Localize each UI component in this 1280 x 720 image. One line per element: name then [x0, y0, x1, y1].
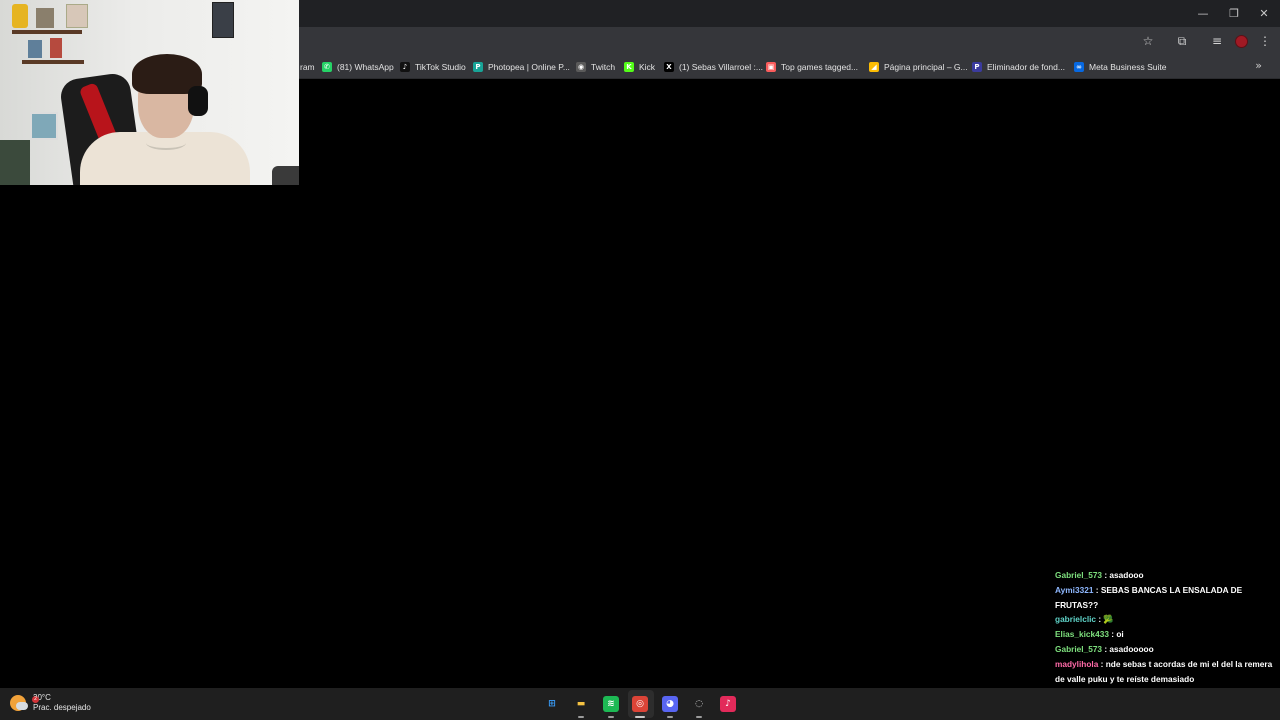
weather-badge: 2 — [32, 696, 39, 703]
bookmark-favicon-icon: ♪ — [400, 62, 410, 72]
bookmark-label: Twitch — [591, 62, 616, 72]
running-app-indicator — [635, 716, 645, 718]
chat-username: Gabriel_573 — [1055, 570, 1105, 580]
figure-item — [28, 40, 42, 58]
weather-widget[interactable]: 2 30°C Prac. despejado — [10, 693, 91, 713]
chat-message: gabrielclic : 🥦 — [1055, 612, 1279, 627]
bookmark-item[interactable]: ▣ Top games tagged... — [766, 59, 858, 75]
bookmark-item[interactable]: ◉ Twitch — [576, 59, 615, 75]
chat-text: : oi — [1111, 629, 1124, 640]
close-icon[interactable]: ✕ — [1248, 0, 1280, 27]
minimize-icon[interactable]: — — [1187, 0, 1219, 27]
bookmark-favicon-icon: ▣ — [766, 62, 776, 72]
chat-username: Elias_kick433 — [1055, 629, 1112, 640]
bookmark-item[interactable]: ✆ (81) WhatsApp — [322, 59, 394, 75]
bookmark-item[interactable]: ram — [300, 59, 315, 75]
running-app-indicator — [578, 716, 584, 718]
figure-item — [12, 4, 28, 28]
bookmark-label: Kick — [639, 62, 656, 72]
weather-description: Prac. despejado — [33, 703, 91, 712]
bookmark-item[interactable]: P Eliminador de fond... — [972, 59, 1065, 75]
bookmark-item[interactable]: ◢ Página principal – G... — [869, 59, 968, 75]
running-app-indicator — [608, 716, 614, 718]
bookmark-item[interactable]: K Kick — [624, 59, 655, 75]
bookmark-label: Photopea | Online P... — [488, 62, 570, 72]
bookmark-item[interactable]: ∞ Meta Business Suite — [1074, 59, 1166, 75]
figure-item — [50, 38, 62, 58]
chat-username: Gabriel_573 — [1055, 643, 1105, 654]
bookmarks-more-icon[interactable]: » — [1255, 59, 1262, 72]
photo-frame — [30, 112, 58, 140]
bookmark-favicon-icon: X — [664, 62, 674, 72]
running-app-indicator — [696, 716, 702, 718]
discord-icon[interactable]: ◕ — [662, 696, 678, 712]
chat-username: Aymi3321 — [1055, 584, 1096, 595]
weather-sun-icon — [10, 695, 28, 711]
windows-start-icon[interactable]: ⊞ — [544, 696, 560, 712]
frame-item — [66, 4, 88, 28]
shelf — [12, 30, 82, 34]
extensions-icon[interactable]: ⧉ — [1173, 32, 1191, 50]
bookmark-label: Eliminador de fond... — [987, 62, 1065, 72]
bookmark-favicon-icon: ∞ — [1074, 62, 1084, 72]
chat-message: Gabriel_573 : asadooooo — [1055, 642, 1279, 657]
bookmark-item[interactable]: ♪ TikTok Studio — [400, 59, 466, 75]
bookmark-favicon-icon: P — [473, 62, 483, 72]
microphone — [272, 166, 299, 185]
chat-message: Elias_kick433 : oi — [1055, 627, 1279, 642]
bookmark-favicon-icon: K — [624, 62, 634, 72]
weather-temperature: 30°C — [33, 693, 51, 702]
chat-text: : asadooooo — [1104, 643, 1154, 654]
running-app-indicator — [667, 716, 673, 718]
wall-poster — [212, 2, 234, 38]
bookmark-favicon-icon: ◢ — [869, 62, 879, 72]
restore-icon[interactable]: ❐ — [1218, 0, 1250, 27]
chat-text: : asadooo — [1104, 570, 1144, 580]
obs-icon[interactable]: ◌ — [691, 696, 707, 712]
file-explorer-icon[interactable]: ▬ — [573, 696, 589, 712]
media-control-icon[interactable]: ≡ — [1208, 32, 1226, 50]
bookmark-favicon-icon: ✆ — [322, 62, 332, 72]
bookmark-label: Meta Business Suite — [1089, 62, 1167, 72]
browser-menu-icon[interactable]: ⋮ — [1256, 32, 1274, 50]
bookmark-label: (81) WhatsApp — [337, 62, 394, 72]
bookmark-star-icon[interactable]: ☆ — [1139, 32, 1157, 50]
bookmark-item[interactable]: X (1) Sebas Villarroel :... — [664, 59, 763, 75]
webcam-overlay — [0, 0, 299, 185]
necklace — [146, 136, 186, 150]
chat-username: gabrielclic — [1055, 614, 1099, 625]
bookmark-label: Top games tagged... — [781, 62, 859, 72]
windows-taskbar: 2 30°C Prac. despejado ⊞ ▬ ≋ ◎ ◕ ◌ ♪ — [0, 688, 1280, 720]
profile-avatar[interactable] — [1232, 32, 1250, 50]
bookmark-label: Página principal – G... — [884, 62, 968, 72]
spotify-icon[interactable]: ≋ — [603, 696, 619, 712]
chat-text: : 🥦 — [1098, 614, 1114, 625]
bookmark-label: (1) Sebas Villarroel :... — [679, 62, 763, 72]
bookmark-item[interactable]: P Photopea | Online P... — [473, 59, 570, 75]
chat-message: madylihola : nde sebas t acordas de mi e… — [1055, 657, 1279, 687]
chat-username: madylihola — [1055, 658, 1101, 669]
figure-item — [36, 8, 54, 28]
headset — [188, 86, 208, 116]
bookmark-favicon-icon: ◉ — [576, 62, 586, 72]
bookmark-label: TikTok Studio — [415, 62, 466, 72]
bookmark-favicon-icon: P — [972, 62, 982, 72]
chat-message: Gabriel_573 : asadooo — [1055, 568, 1279, 583]
bookmark-label: ram — [300, 62, 315, 72]
desk-item — [0, 140, 30, 185]
capcut-icon[interactable]: ♪ — [720, 696, 736, 712]
chat-message: Aymi3321 : SEBAS BANCAS LA ENSALADA DE F… — [1055, 583, 1279, 613]
chrome-icon[interactable]: ◎ — [632, 696, 648, 712]
shelf — [22, 60, 84, 64]
